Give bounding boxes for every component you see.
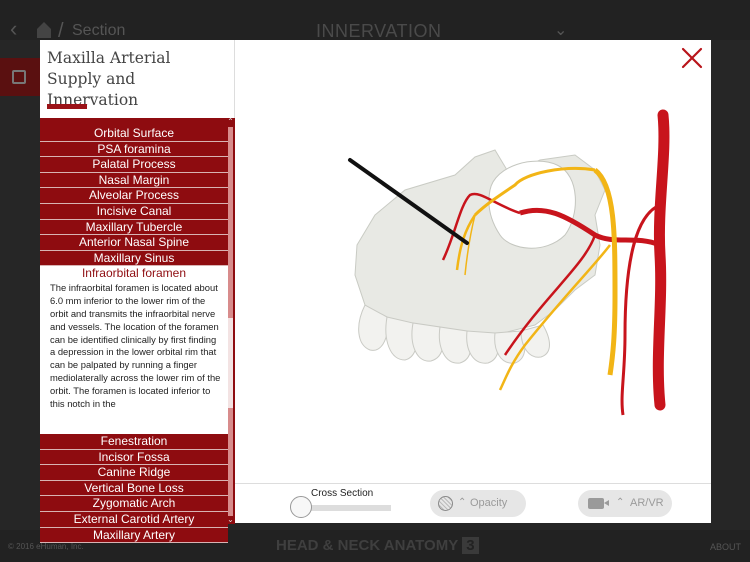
back-chevron-icon[interactable]: ‹: [10, 18, 17, 40]
list-item[interactable]: PSA foramina: [40, 141, 228, 158]
caret-up-icon: ⌃: [458, 497, 467, 508]
camera-icon: [588, 498, 609, 509]
brand-label: HEAD & NECK ANATOMY 3: [276, 537, 479, 554]
list-item[interactable]: External Carotid Artery: [40, 511, 228, 528]
list-item[interactable]: Orbital Surface: [40, 126, 228, 142]
breadcrumb-section[interactable]: Section: [72, 22, 125, 40]
cross-section-label: Cross Section: [311, 488, 374, 499]
opacity-icon: [438, 496, 453, 511]
description-text: The infraorbital foramen is located abou…: [50, 281, 221, 410]
list-item[interactable]: Fenestration: [40, 433, 228, 450]
close-icon[interactable]: [681, 47, 703, 69]
list-item[interactable]: Maxillary Tubercle: [40, 219, 228, 236]
opacity-label: Opacity: [470, 497, 508, 509]
scrollbar-thumb[interactable]: [228, 318, 233, 408]
viewer-controls: Cross Section ⌃ Opacity ⌃ AR/VR: [235, 483, 711, 523]
arvr-label: AR/VR: [630, 497, 664, 509]
list-item[interactable]: Maxillary Sinus: [40, 250, 228, 267]
maxilla-3d-model[interactable]: [295, 95, 695, 435]
list-item[interactable]: Incisive Canal: [40, 203, 228, 220]
list-item[interactable]: Incisor Fossa: [40, 449, 228, 466]
copyright-text: © 2016 eHuman, Inc.: [8, 542, 84, 551]
structure-list-panel: Maxilla Arterial Supply and Innervation …: [40, 40, 235, 544]
scroll-up-icon[interactable]: ⌃: [226, 118, 235, 126]
carotid-artery: [652, 109, 670, 411]
page-heading: INNERVATION: [316, 21, 442, 41]
caret-up-icon: ⌃: [616, 497, 625, 508]
list-item[interactable]: Maxillary Artery: [40, 527, 228, 544]
about-link[interactable]: ABOUT: [710, 542, 741, 552]
cross-section-slider-knob[interactable]: [290, 496, 312, 518]
list-item[interactable]: Anterior Nasal Spine: [40, 235, 228, 251]
panel-icon: [12, 70, 26, 84]
structure-items: Orbital Surface PSA foramina Palatal Pro…: [40, 126, 228, 544]
list-item[interactable]: Zygomatic Arch: [40, 496, 228, 512]
list-item[interactable]: Nasal Margin: [40, 172, 228, 189]
anatomy-modal: Maxilla Arterial Supply and Innervation …: [40, 40, 711, 544]
opacity-button[interactable]: ⌃ Opacity: [430, 490, 526, 517]
item-description: The infraorbital foramen is located abou…: [40, 281, 228, 434]
chevron-down-icon[interactable]: ⌄: [554, 20, 567, 40]
modal-title: Maxilla Arterial Supply and Innervation: [47, 49, 171, 109]
home-icon[interactable]: [36, 21, 52, 39]
list-item[interactable]: Canine Ridge: [40, 465, 228, 481]
structure-list[interactable]: ⌃ ⌄ Orbital Surface PSA foramina Palatal…: [40, 118, 235, 544]
side-panel-button[interactable]: [0, 58, 40, 96]
arvr-button[interactable]: ⌃ AR/VR: [578, 490, 672, 517]
list-item-active[interactable]: Infraorbital foramen: [40, 266, 228, 282]
brand-number: 3: [462, 537, 479, 554]
title-underline: [47, 104, 87, 109]
brand-text: HEAD & NECK ANATOMY: [276, 537, 459, 554]
list-item[interactable]: Alveolar Process: [40, 188, 228, 204]
list-item[interactable]: Vertical Bone Loss: [40, 480, 228, 497]
model-viewer: Cross Section ⌃ Opacity ⌃ AR/VR: [235, 40, 711, 523]
list-item[interactable]: Palatal Process: [40, 157, 228, 173]
